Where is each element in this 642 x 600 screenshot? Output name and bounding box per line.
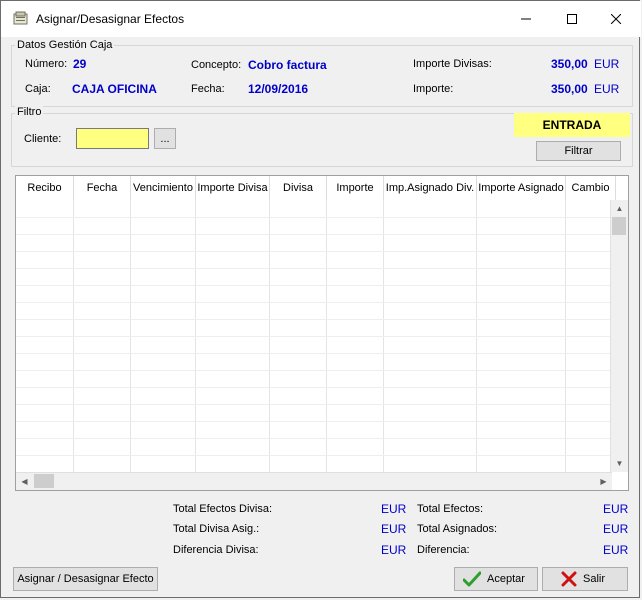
datos-group-legend: Datos Gestión Caja xyxy=(15,39,115,51)
x-cross-icon xyxy=(561,571,577,587)
cliente-label: Cliente: xyxy=(24,133,62,145)
salir-button[interactable]: Salir xyxy=(542,567,628,591)
importe-divisas-label: Importe Divisas: xyxy=(413,58,492,70)
total-divisa-asig-value: EUR xyxy=(381,522,407,536)
fecha-label: Fecha: xyxy=(191,83,225,95)
aceptar-button[interactable]: Aceptar xyxy=(454,567,538,591)
numero-label: Número: xyxy=(25,58,68,70)
column-header[interactable]: Divisa xyxy=(270,176,327,200)
column-header[interactable]: Importe xyxy=(327,176,384,200)
efectos-grid[interactable]: Recibo Fecha Vencimiento Importe Divisa Divi… xyxy=(15,175,629,491)
importe-label: Importe: xyxy=(413,83,454,95)
app-icon xyxy=(13,11,28,25)
checkmark-icon xyxy=(463,571,481,587)
column-header[interactable]: Recibo xyxy=(16,176,74,200)
grid-header: Recibo Fecha Vencimiento Importe Divisa Divi… xyxy=(16,176,616,200)
close-icon xyxy=(611,14,621,24)
concepto-value: Cobro factura xyxy=(248,58,327,72)
total-efectos-divisa-value: EUR xyxy=(381,502,407,516)
minimize-button[interactable] xyxy=(503,1,549,37)
diferencia-label: Diferencia: xyxy=(417,544,470,556)
importe-currency: EUR xyxy=(594,82,620,96)
scroll-down-icon[interactable]: ▼ xyxy=(611,455,628,472)
status-badge: ENTRADA xyxy=(514,113,630,137)
vertical-scrollbar[interactable]: ▲ ▼ xyxy=(610,200,628,472)
salir-label: Salir xyxy=(583,573,606,585)
filtro-group-legend: Filtro xyxy=(15,106,44,118)
total-divisa-asig-label: Total Divisa Asig.: xyxy=(173,523,260,535)
title-bar[interactable]: Asignar/Desasignar Efectos xyxy=(1,1,641,37)
total-efectos-value: EUR xyxy=(603,502,629,516)
datos-gestion-caja-group xyxy=(11,45,633,107)
importe-divisas-value: 350,00 xyxy=(551,57,588,71)
close-button[interactable] xyxy=(593,1,639,37)
total-efectos-divisa-label: Total Efectos Divisa: xyxy=(173,503,273,515)
fecha-value: 12/09/2016 xyxy=(248,82,309,96)
diferencia-value: EUR xyxy=(603,543,629,557)
cliente-browse-button[interactable]: ... xyxy=(154,128,176,149)
scroll-right-icon[interactable]: ▶ xyxy=(595,473,612,490)
dialog-window: Asignar/Desasignar Efectos Datos Gestión… xyxy=(0,0,641,598)
maximize-icon xyxy=(567,14,577,24)
grid-body[interactable] xyxy=(16,200,612,472)
importe-value: 350,00 xyxy=(551,82,588,96)
grid-lines xyxy=(16,200,612,472)
column-header[interactable]: Importe Divisa xyxy=(196,176,270,200)
numero-value: 29 xyxy=(73,57,87,71)
column-header[interactable]: Imp.Asignado Div. xyxy=(384,176,477,200)
scroll-up-icon[interactable]: ▲ xyxy=(611,200,628,217)
total-asignados-value: EUR xyxy=(603,522,629,536)
diferencia-divisa-label: Diferencia Divisa: xyxy=(173,544,259,556)
horizontal-scroll-thumb[interactable] xyxy=(34,474,54,488)
diferencia-divisa-value: EUR xyxy=(381,543,407,557)
caja-value: CAJA OFICINA xyxy=(72,82,157,96)
scroll-left-icon[interactable]: ◀ xyxy=(16,473,33,490)
total-asignados-label: Total Asignados: xyxy=(417,523,498,535)
column-header[interactable]: Vencimiento xyxy=(131,176,196,200)
total-efectos-label: Total Efectos: xyxy=(417,503,484,515)
caja-label: Caja: xyxy=(25,83,51,95)
aceptar-label: Aceptar xyxy=(487,573,525,585)
importe-divisas-currency: EUR xyxy=(594,57,620,71)
column-header[interactable]: Fecha xyxy=(74,176,131,200)
maximize-button[interactable] xyxy=(549,1,595,37)
minimize-icon xyxy=(521,18,531,20)
filtrar-button[interactable]: Filtrar xyxy=(536,141,621,161)
column-header[interactable]: Cambio xyxy=(566,176,616,200)
cliente-input[interactable] xyxy=(76,128,149,149)
window-title: Asignar/Desasignar Efectos xyxy=(36,12,185,26)
asignar-desasignar-button[interactable]: Asignar / Desasignar Efecto xyxy=(13,567,158,591)
vertical-scroll-thumb[interactable] xyxy=(612,217,626,235)
concepto-label: Concepto: xyxy=(191,59,242,71)
horizontal-scrollbar[interactable]: ◀ ▶ xyxy=(16,472,612,490)
column-header[interactable]: Importe Asignado xyxy=(477,176,566,200)
